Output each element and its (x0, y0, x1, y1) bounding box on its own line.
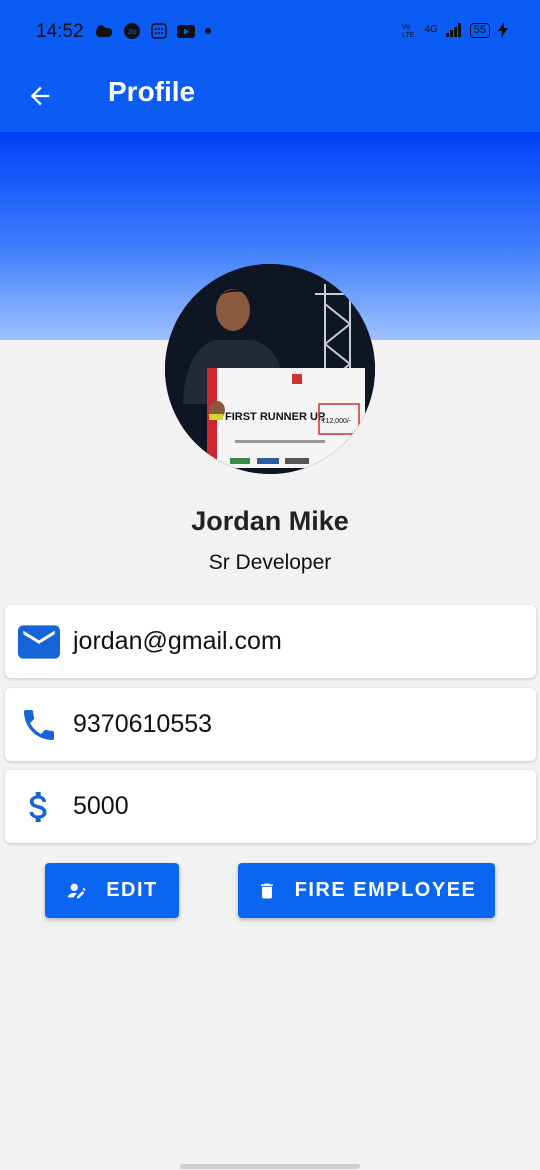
signal-icon (445, 23, 461, 37)
back-button[interactable] (20, 76, 60, 116)
system-icons: Vo LTE 4G 55 (402, 22, 508, 38)
status-time: 14:52 (36, 21, 84, 42)
phone-card: 9370610553 (5, 688, 536, 761)
salary-value: 5000 (73, 792, 129, 820)
email-card: jordan@gmail.com (5, 605, 536, 678)
page-title: Profile (108, 76, 196, 107)
volte-icon: VoLTE (402, 24, 415, 38)
app-bar: Profile (0, 64, 540, 132)
fire-employee-label: FIRE EMPLOYEE (294, 879, 477, 901)
calculator-icon (151, 23, 167, 39)
more-notifications-dot (205, 28, 211, 34)
phone-icon-wrap (5, 705, 73, 745)
battery-icon: 55 (469, 22, 490, 38)
employee-name: Jordan Mike (191, 506, 349, 536)
avatar: FIRST RUNNER UP ₹12,000/- (165, 264, 375, 474)
email-icon-wrap (5, 624, 73, 659)
delete-icon (260, 883, 273, 898)
battery-level: 55 (473, 24, 486, 36)
salary-card: 5000 (5, 770, 536, 843)
dollar-icon (29, 791, 47, 822)
jio-icon: Jio (124, 23, 140, 39)
edit-button[interactable]: EDIT (45, 863, 179, 918)
network-type: 4G (424, 24, 438, 35)
charging-icon (498, 22, 508, 38)
certificate-title: FIRST RUNNER UP (225, 411, 325, 423)
home-indicator[interactable] (180, 1164, 360, 1169)
status-bar: 14:52 Jio Vo LTE 4G 55 (0, 0, 540, 64)
phone-value: 9370610553 (73, 710, 213, 738)
email-icon (18, 624, 60, 659)
arrow-back-icon (30, 86, 50, 106)
edit-person-icon (68, 883, 86, 898)
edit-button-label: EDIT (106, 879, 158, 901)
svg-text:Jio: Jio (128, 29, 137, 36)
dollar-icon-wrap (5, 787, 73, 827)
profile-photo: FIRST RUNNER UP ₹12,000/- (165, 264, 375, 474)
phone-icon (24, 709, 54, 740)
employee-role: Sr Developer (208, 551, 332, 574)
email-value: jordan@gmail.com (73, 627, 282, 655)
fire-employee-button[interactable]: FIRE EMPLOYEE (238, 863, 495, 918)
svg-text:Vo: Vo (402, 24, 410, 31)
certificate-amount: ₹12,000/- (321, 417, 352, 425)
notification-icons: Jio (95, 22, 211, 40)
svg-text:LTE: LTE (402, 32, 415, 38)
youtube-icon (177, 24, 195, 38)
cloud-game-icon (96, 25, 112, 37)
